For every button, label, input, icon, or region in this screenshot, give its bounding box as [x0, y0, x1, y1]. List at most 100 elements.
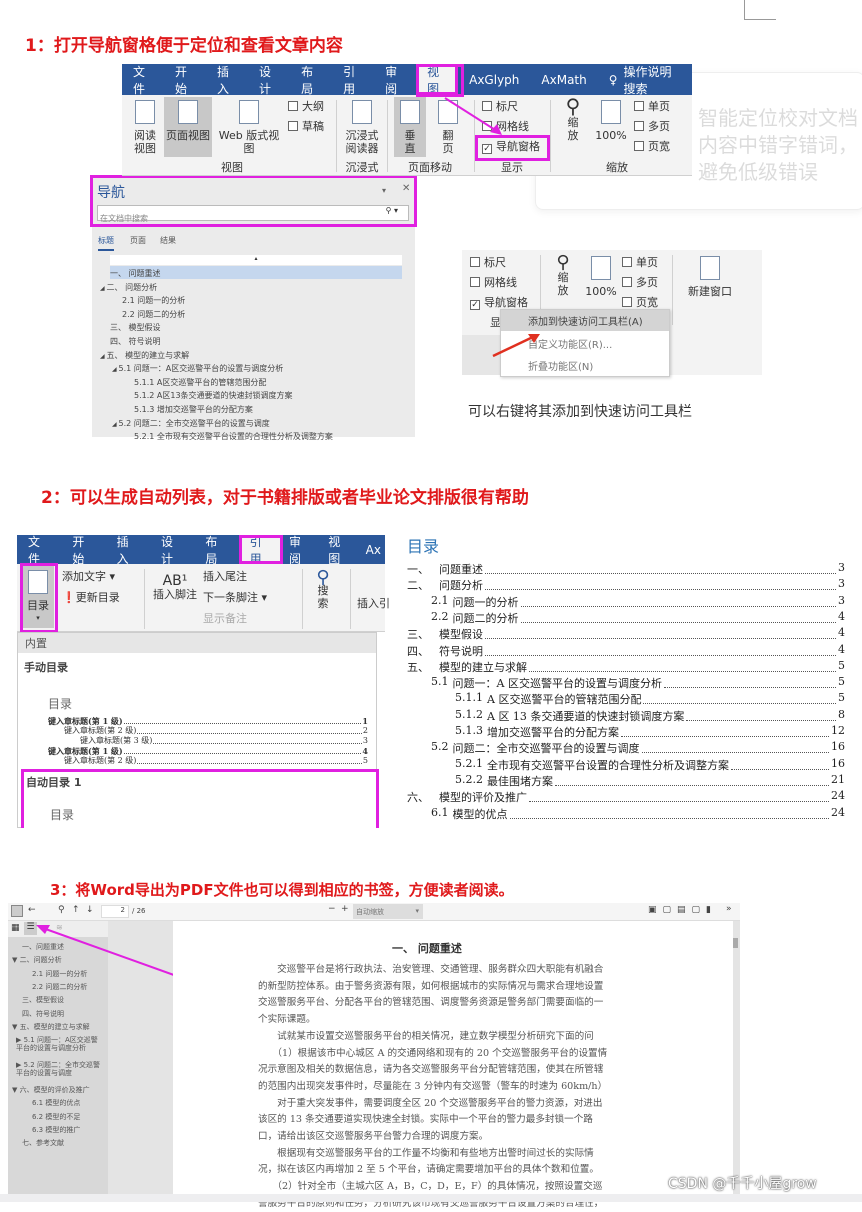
pdf-outline-item[interactable]: ▶ 5.2 问题二：全市交巡警平台的设置与调度 [16, 1061, 100, 1077]
page-number-input[interactable]: 2 [101, 905, 129, 918]
thumbnails-icon[interactable]: ▦ [11, 923, 20, 933]
pdf-outline-item[interactable]: ▶ 5.1 问题一：A区交巡警平台的设置与调度分析 [16, 1036, 100, 1052]
ctx-width[interactable]: 页宽 [622, 296, 658, 309]
toc-entry[interactable]: 5.2.2 最佳围堵方案 21 [455, 773, 845, 789]
tab-design[interactable]: 设计 [150, 535, 194, 566]
toc-entry[interactable]: 5.1.3 增加交巡警平台的分配方案 12 [455, 724, 845, 740]
toc-entry[interactable]: 2.1 问题一的分析 3 [431, 594, 845, 610]
update-toc-button[interactable]: ❗更新目录 [62, 591, 120, 604]
ctx-zoom[interactable]: ⚲ 缩放 [552, 254, 574, 298]
tell-me-search[interactable]: ♀ 操作说明搜索 [598, 64, 692, 96]
back-icon[interactable]: ← [28, 905, 36, 915]
pdf-outline-item[interactable]: ▼ 六、模型的评价及推广 [12, 1086, 100, 1094]
tab-axmath[interactable]: AxMath [530, 64, 597, 95]
toc-entry[interactable]: 三、 模型假设 4 [407, 626, 845, 642]
gallery-manual-item[interactable]: 目录 键入章标题(第 1 级) 1 键入章标题(第 2 级) 2 键入章标题(第 3 级… [18, 681, 376, 766]
tab-home[interactable]: 开始 [61, 535, 105, 566]
nav-heading-item[interactable]: 三、 模型假设 [110, 322, 161, 333]
toc-entry[interactable]: 六、 模型的评价及推广 24 [407, 789, 845, 805]
toc-entry[interactable]: 一、 问题重述 3 [407, 561, 845, 577]
draft-button[interactable]: 草稿 [288, 120, 324, 133]
page-width-button[interactable]: 页宽 [634, 140, 670, 153]
tab-insert[interactable]: 插入 [206, 64, 248, 96]
nav-heading-item[interactable]: ◢ 5.2 问题二：全市交巡警平台的设置与调度 [112, 418, 270, 429]
toc-entry[interactable]: 5.1 问题一：A 区交巡警平台的设置与调度分析 5 [431, 675, 845, 691]
nav-heading-item[interactable]: 5.1.2 A区13条交通要道的快速封锁调度方案 [134, 390, 293, 401]
nav-heading-item[interactable]: 四、 符号说明 [110, 336, 161, 347]
zoom-select[interactable]: 自动缩放 ▾ [353, 904, 423, 919]
insert-footnote-button[interactable]: AB¹ 插入脚注 [151, 574, 199, 601]
tab-review[interactable]: 审阅 [283, 535, 317, 566]
tab-layout[interactable]: 布局 [194, 535, 238, 566]
tab-file[interactable]: 文件 [122, 64, 164, 96]
web-layout-button[interactable]: Web 版式视图 [214, 100, 284, 155]
ctx-ruler[interactable]: 标尺 [470, 256, 506, 269]
prev-page-icon[interactable]: ↑ [72, 905, 80, 915]
toc-entry[interactable]: 5.2.1 全市现有交巡警平台设置的合理性分析及调整方案 16 [455, 757, 845, 773]
nav-heading-item[interactable]: 5.2.1 全市现有交巡警平台设置的合理性分析及调整方案 [134, 431, 333, 442]
tab-design[interactable]: 设计 [248, 64, 290, 96]
immersive-reader-button[interactable]: 沉浸式阅读器 [342, 100, 382, 155]
nav-scroll-up[interactable]: ▴ [110, 255, 402, 265]
tab-axglyph[interactable]: AxGlyph [458, 64, 530, 95]
insert-citation-button[interactable]: 插入引 [357, 597, 390, 610]
nav-heading-item[interactable]: 5.1.3 增加交巡警平台的分配方案 [134, 404, 253, 415]
multiple-pages-button[interactable]: 多页 [634, 120, 670, 133]
nav-heading-item[interactable]: 一、 问题重述 [110, 268, 161, 279]
print-layout-button[interactable]: 页面视图 [164, 97, 212, 157]
toc-entry[interactable]: 5.2 问题二：全市交巡警平台的设置与调度 16 [431, 740, 845, 756]
tab-review[interactable]: 审阅 [374, 64, 416, 96]
nav-heading-item[interactable]: 2.1 问题一的分析 [122, 295, 185, 306]
toc-entry[interactable]: 四、 符号说明 4 [407, 643, 845, 659]
insert-endnote-button[interactable]: 插入尾注 [203, 570, 247, 583]
outline-button[interactable]: 大纲 [288, 100, 324, 113]
more-tools-icon[interactable]: » [726, 904, 732, 914]
ctx-gridlines[interactable]: 网格线 [470, 276, 517, 289]
gallery-auto-toc-1[interactable]: 自动目录 1 目录 [21, 769, 379, 828]
nav-heading-item[interactable]: ◢ 5.1 问题一：A区交巡警平台的设置与调度分析 [112, 363, 283, 374]
vertical-button[interactable]: 垂直 [394, 97, 426, 157]
sidebar-toggle-icon[interactable] [11, 905, 23, 917]
tab-layout[interactable]: 布局 [290, 64, 332, 96]
add-text-button[interactable]: 添加文字 ▾ [62, 570, 115, 583]
tab-view[interactable]: 视图 [317, 535, 361, 566]
pdf-outline-item[interactable]: ▼ 五、模型的建立与求解 [12, 1023, 100, 1031]
pdf-outline-item[interactable]: 2.2 问题二的分析 [32, 983, 100, 991]
zoom-out-button[interactable]: − [328, 904, 336, 914]
toolbar-right-icons[interactable]: ▣▢▤▢▮ [648, 905, 717, 915]
one-page-button[interactable]: 单页 [634, 100, 670, 113]
pdf-outline-item[interactable]: 三、模型假设 [22, 996, 100, 1004]
tab-references[interactable]: 引用 [332, 64, 374, 96]
new-window-button[interactable]: 新建窗口 [680, 256, 740, 298]
tab-file[interactable]: 文件 [17, 535, 61, 566]
toc-entry[interactable]: 五、 模型的建立与求解 5 [407, 659, 845, 675]
tab-ax[interactable]: Ax [362, 535, 385, 564]
nav-tab-pages[interactable]: 页面 [130, 235, 146, 246]
read-mode-button[interactable]: 阅读视图 [130, 100, 160, 155]
nav-tab-headings[interactable]: 标题 [98, 235, 114, 251]
nav-heading-item[interactable]: ◢ 五、 模型的建立与求解 [100, 350, 189, 361]
find-icon[interactable]: ⚲ [58, 905, 65, 915]
pdf-outline-item[interactable]: 6.1 模型的优点 [32, 1099, 100, 1107]
ctx-single[interactable]: 单页 [622, 256, 658, 269]
toc-entry[interactable]: 6.1 模型的优点 24 [431, 806, 845, 822]
pdf-outline-item[interactable]: 四、符号说明 [22, 1010, 100, 1018]
ctx-nav-pane[interactable]: ✓ 导航窗格 [470, 296, 528, 310]
toc-entry[interactable]: 5.1.2 A 区 13 条交通要道的快速封锁调度方案 8 [455, 708, 845, 724]
zoom-100-button[interactable]: 100% [594, 100, 628, 142]
show-notes-button[interactable]: 显示备注 [203, 612, 247, 625]
ctx-100[interactable]: 100% [584, 256, 618, 298]
toc-entry[interactable]: 5.1.1 A 区交巡警平台的管辖范围分配 5 [455, 691, 845, 707]
zoom-in-button[interactable]: + [341, 904, 349, 914]
tab-references[interactable]: 引用 [238, 535, 283, 566]
tab-home[interactable]: 开始 [164, 64, 206, 96]
tab-insert[interactable]: 插入 [106, 535, 150, 566]
next-footnote-button[interactable]: 下一条脚注 ▾ [203, 591, 267, 604]
pdf-outline-item[interactable]: 6.2 模型的不足 [32, 1113, 100, 1121]
nav-tab-results[interactable]: 结果 [160, 235, 176, 246]
toc-entry[interactable]: 二、 问题分析 3 [407, 577, 845, 593]
toc-entry[interactable]: 2.2 问题二的分析 4 [431, 610, 845, 626]
nav-heading-item[interactable]: 5.1.1 A区交巡警平台的管辖范围分配 [134, 377, 266, 388]
nav-heading-item[interactable]: 2.2 问题二的分析 [122, 309, 185, 320]
search-button[interactable]: ⚲ 搜索 [313, 569, 333, 611]
